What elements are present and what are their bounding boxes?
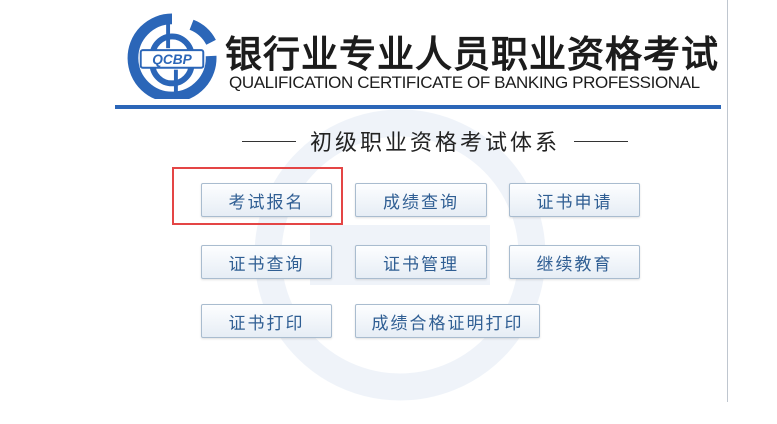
header-divider [115,105,721,109]
highlight-box [172,167,343,225]
continuing-education-button[interactable]: 继续教育 [509,245,640,279]
window-border [727,0,728,402]
qcbp-logo-icon: QCBP [127,13,217,99]
certificate-print-button[interactable]: 证书打印 [201,304,332,338]
section-heading: 初级职业资格考试体系 [220,124,650,158]
site-title-cn: 银行业专业人员职业资格考试 [225,33,719,76]
score-certificate-print-button[interactable]: 成绩合格证明打印 [355,304,540,338]
logo-text: QCBP [152,52,192,67]
site-title-en: QUALIFICATION CERTIFICATE OF BANKING PRO… [229,73,700,92]
heading-dash-right [574,140,628,142]
certificate-management-button[interactable]: 证书管理 [355,245,487,279]
certificate-query-button[interactable]: 证书查询 [201,245,332,279]
section-title: 初级职业资格考试体系 [309,131,560,156]
site-header: QCBP 银行业专业人员职业资格考试 QUALIFICATION CERTIFI… [115,10,725,110]
score-query-button[interactable]: 成绩查询 [355,183,487,217]
certificate-application-button[interactable]: 证书申请 [509,183,640,217]
heading-dash-left [241,140,296,142]
